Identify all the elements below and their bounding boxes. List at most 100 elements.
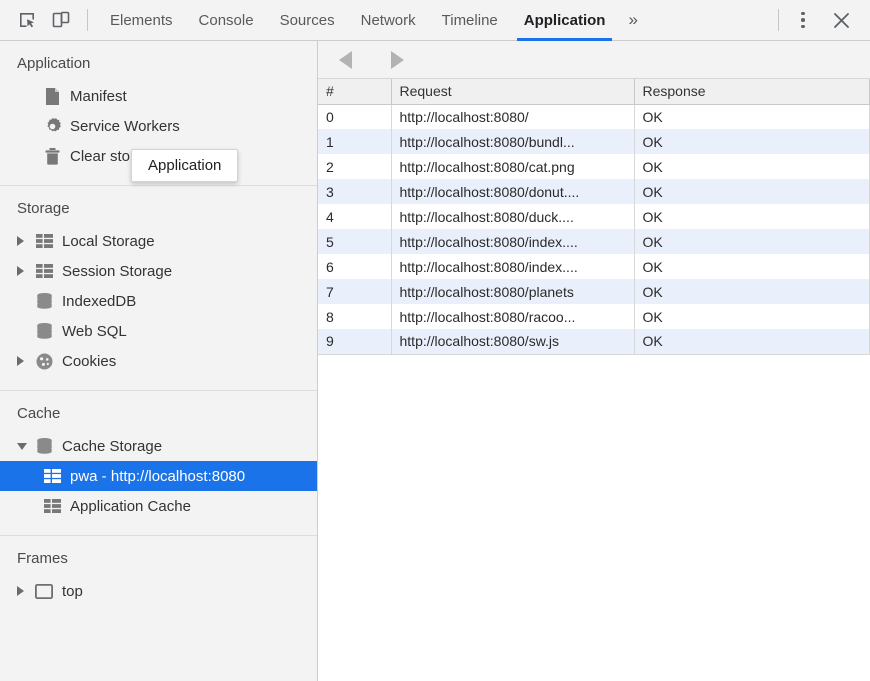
cell-request: http://localhost:8080/donut.... [391, 179, 634, 204]
triangle-right-icon[interactable] [384, 47, 410, 73]
section-title-application: Application [0, 41, 317, 81]
database-icon [33, 323, 55, 339]
frame-icon [33, 584, 55, 599]
cache-entries-table: # Request Response 0 http://localhost:80… [318, 79, 870, 355]
cache-detail-panel: # Request Response 0 http://localhost:80… [318, 41, 870, 681]
table-row[interactable]: 1 http://localhost:8080/bundl... OK [318, 129, 870, 154]
table-grid-icon [33, 264, 55, 278]
table-row[interactable]: 7 http://localhost:8080/planets OK [318, 279, 870, 304]
tab-console[interactable]: Console [186, 0, 267, 41]
sidebar-item-session-storage[interactable]: Session Storage [0, 256, 317, 286]
table-row[interactable]: 5 http://localhost:8080/index.... OK [318, 229, 870, 254]
device-toolbar-glyph [52, 11, 70, 29]
device-toolbar-icon[interactable] [44, 5, 78, 35]
frame-glyph [35, 584, 53, 599]
devtools-body: Application Manifest [0, 41, 870, 681]
cell-response: OK [634, 154, 870, 179]
toolbar-divider-right [778, 9, 779, 31]
chevron-right-icon[interactable] [17, 586, 33, 596]
tab-label: Sources [280, 12, 335, 29]
table-header-row: # Request Response [318, 79, 870, 104]
cell-number: 9 [318, 329, 391, 354]
chevron-right-icon[interactable] [17, 236, 33, 246]
table-row[interactable]: 6 http://localhost:8080/index.... OK [318, 254, 870, 279]
inspect-element-icon[interactable] [10, 5, 44, 35]
close-glyph [833, 12, 850, 29]
chevron-right-icon[interactable] [17, 266, 33, 276]
sidebar-item-label: Service Workers [70, 119, 180, 134]
section-title-frames: Frames [0, 536, 317, 576]
more-tabs-icon[interactable]: » [618, 0, 647, 41]
cell-request: http://localhost:8080/index.... [391, 229, 634, 254]
sidebar-item-cache-storage[interactable]: Cache Storage [0, 431, 317, 461]
gear-glyph [44, 118, 61, 135]
cell-response: OK [634, 179, 870, 204]
sidebar-item-cookies[interactable]: Cookies [0, 346, 317, 376]
cell-number: 5 [318, 229, 391, 254]
document-glyph [45, 88, 60, 105]
table-row[interactable]: 4 http://localhost:8080/duck.... OK [318, 204, 870, 229]
sidebar-item-label: Application Cache [70, 499, 191, 514]
table-row[interactable]: 8 http://localhost:8080/racoo... OK [318, 304, 870, 329]
table-grid-glyph [36, 264, 53, 278]
sidebar-item-label: IndexedDB [62, 294, 136, 309]
cell-request: http://localhost:8080/index.... [391, 254, 634, 279]
document-icon [41, 88, 63, 105]
cell-request: http://localhost:8080/sw.js [391, 329, 634, 354]
sidebar-item-label: Cache Storage [62, 439, 162, 454]
table-row[interactable]: 3 http://localhost:8080/donut.... OK [318, 179, 870, 204]
section-title-cache: Cache [0, 391, 317, 431]
sidebar-item-application-cache[interactable]: Application Cache [0, 491, 317, 521]
close-icon[interactable] [824, 5, 858, 35]
cell-response: OK [634, 104, 870, 129]
vertical-dots-icon[interactable] [788, 5, 818, 35]
sidebar-item-label: Session Storage [62, 264, 172, 279]
chevron-right-icon[interactable] [17, 356, 33, 366]
sidebar-item-service-workers[interactable]: Service Workers [0, 111, 317, 141]
sidebar-item-manifest[interactable]: Manifest [0, 81, 317, 111]
table-grid-glyph [36, 234, 53, 248]
cell-response: OK [634, 229, 870, 254]
tab-sources[interactable]: Sources [267, 0, 348, 41]
cookie-glyph [36, 353, 53, 370]
cell-request: http://localhost:8080/cat.png [391, 154, 634, 179]
tab-timeline[interactable]: Timeline [429, 0, 511, 41]
tab-application[interactable]: Application [511, 0, 619, 41]
cell-number: 7 [318, 279, 391, 304]
sidebar-item-top-frame[interactable]: top [0, 576, 317, 606]
database-glyph [36, 438, 53, 454]
cell-request: http://localhost:8080/bundl... [391, 129, 634, 154]
table-row[interactable]: 9 http://localhost:8080/sw.js OK [318, 329, 870, 354]
tab-label: Application [524, 12, 606, 29]
triangle-left-icon[interactable] [332, 47, 358, 73]
sidebar-item-web-sql[interactable]: Web SQL [0, 316, 317, 346]
table-grid-icon [41, 499, 63, 513]
table-row[interactable]: 2 http://localhost:8080/cat.png OK [318, 154, 870, 179]
dot [801, 12, 805, 16]
table-grid-icon [33, 234, 55, 248]
sidebar-item-indexeddb[interactable]: IndexedDB [0, 286, 317, 316]
column-header-response[interactable]: Response [634, 79, 870, 104]
table-row[interactable]: 0 http://localhost:8080/ OK [318, 104, 870, 129]
cell-number: 1 [318, 129, 391, 154]
tab-label: Timeline [442, 12, 498, 29]
sidebar-section-cache: Cache Cache Storage [0, 390, 317, 535]
column-header-number[interactable]: # [318, 79, 391, 104]
tab-elements[interactable]: Elements [97, 0, 186, 41]
tab-label: Console [199, 12, 254, 29]
sidebar-item-label: Manifest [70, 89, 127, 104]
sidebar-item-label: Cookies [62, 354, 116, 369]
dot [801, 25, 805, 29]
sidebar-item-pwa-cache[interactable]: pwa - http://localhost:8080 [0, 461, 317, 491]
inspect-element-glyph [18, 11, 36, 29]
column-header-request[interactable]: Request [391, 79, 634, 104]
sidebar-section-frames: Frames top [0, 535, 317, 620]
cell-number: 4 [318, 204, 391, 229]
cell-number: 2 [318, 154, 391, 179]
cell-number: 8 [318, 304, 391, 329]
chevron-down-icon[interactable] [17, 443, 33, 450]
sidebar-item-label: pwa - http://localhost:8080 [70, 469, 245, 484]
sidebar-item-local-storage[interactable]: Local Storage [0, 226, 317, 256]
cell-response: OK [634, 329, 870, 354]
tab-network[interactable]: Network [348, 0, 429, 41]
